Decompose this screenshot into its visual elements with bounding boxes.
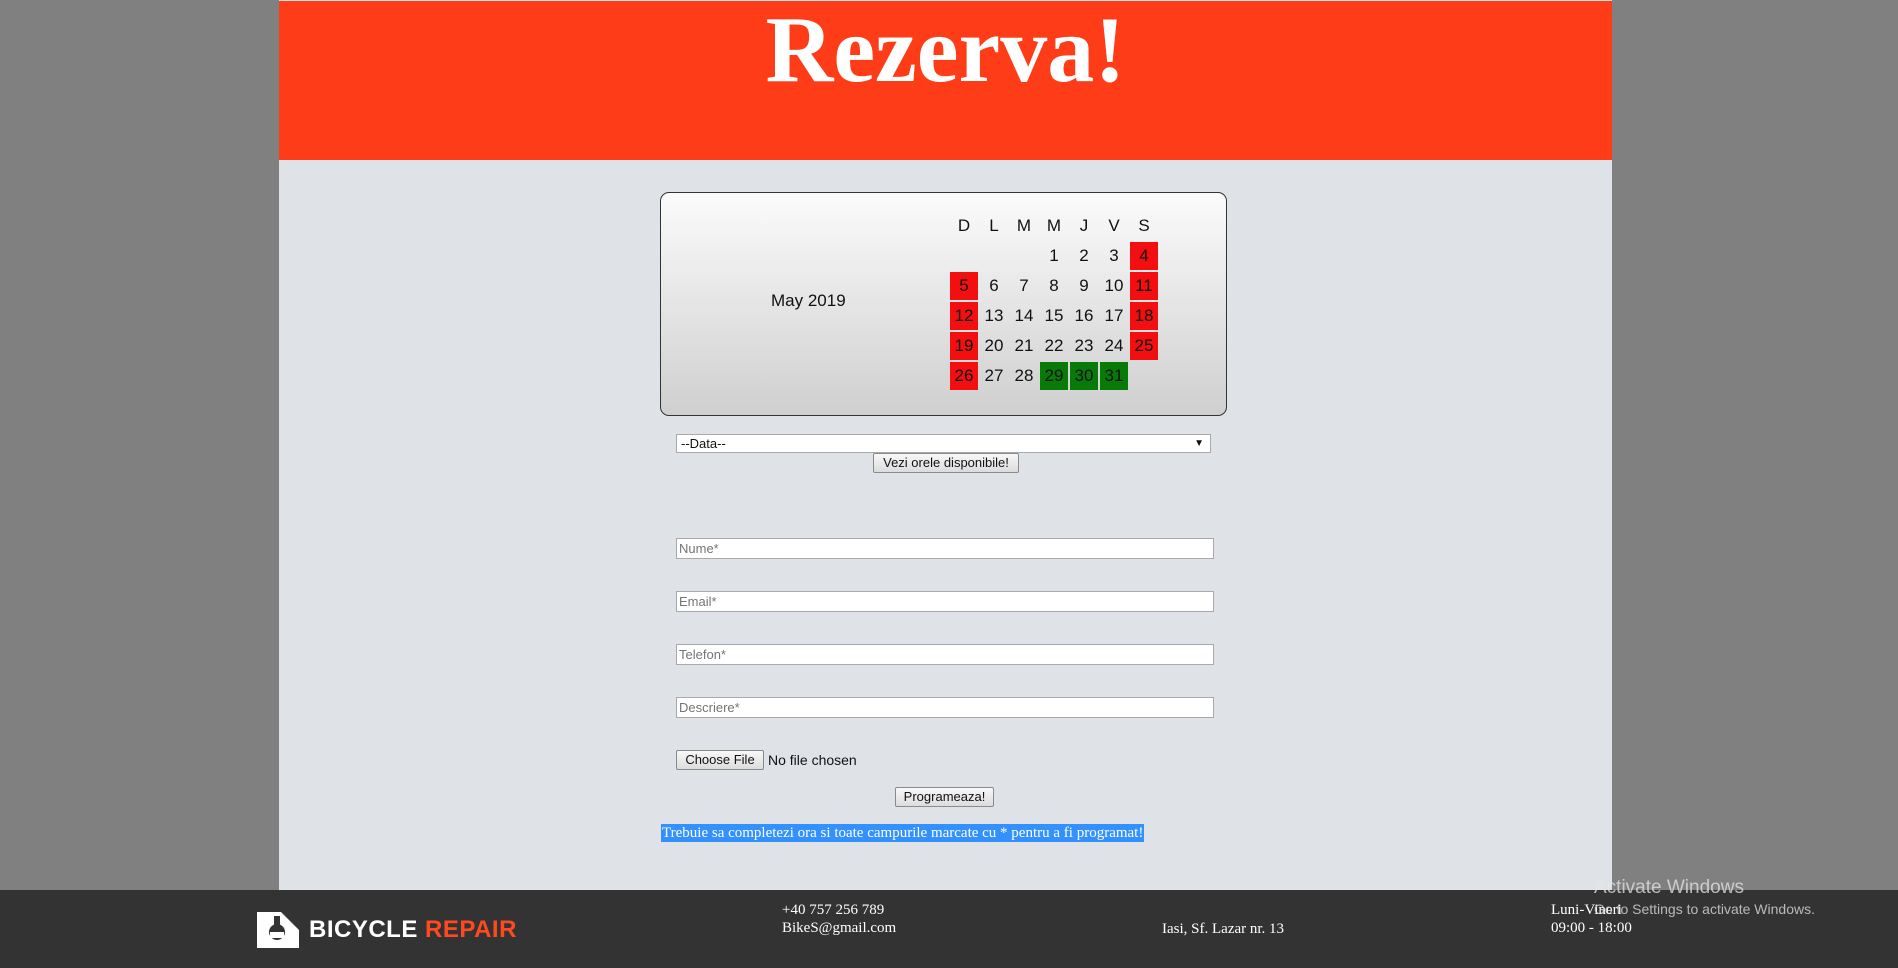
phone-field[interactable]: [676, 644, 1214, 665]
calendar-day[interactable]: 4: [1130, 242, 1158, 270]
watermark-title: Activate Windows: [1594, 877, 1744, 898]
calendar-day[interactable]: 7: [1010, 272, 1038, 300]
required-notice: Trebuie sa completezi ora si toate campu…: [661, 824, 1145, 842]
submit-button[interactable]: Programeaza!: [895, 787, 994, 807]
calendar-day[interactable]: 8: [1040, 272, 1068, 300]
calendar-month-label: May 2019: [771, 291, 846, 310]
calendar-day[interactable]: 21: [1010, 332, 1038, 360]
view-hours-button[interactable]: Vezi orele disponibile!: [873, 453, 1019, 473]
calendar-day[interactable]: 22: [1040, 332, 1068, 360]
calendar-day[interactable]: 6: [980, 272, 1008, 300]
footer-email: BikeS@gmail.com: [782, 920, 897, 936]
calendar-empty-cell: [1010, 242, 1038, 270]
calendar-day[interactable]: 18: [1130, 302, 1158, 330]
calendar: May 2019 D L M M J V S 1 2 3 4 5 6 7 8 9 10 11 12 13 14 15 16 1…: [660, 192, 1227, 416]
calendar-day[interactable]: 2: [1070, 242, 1098, 270]
footer-phone: +40 757 256 789: [782, 902, 885, 918]
calendar-weekday-header: V: [1108, 216, 1120, 235]
name-field[interactable]: [676, 538, 1214, 559]
calendar-empty-cell: [950, 242, 978, 270]
calendar-day[interactable]: 19: [950, 332, 978, 360]
calendar-day[interactable]: 27: [980, 362, 1008, 390]
calendar-weekday-header: J: [1079, 216, 1089, 235]
calendar-weekday-header: S: [1138, 216, 1150, 235]
logo-text: BICYCLE REPAIR: [309, 916, 517, 943]
calendar-day[interactable]: 26: [950, 362, 978, 390]
calendar-day[interactable]: 9: [1070, 272, 1098, 300]
calendar-day[interactable]: 20: [980, 332, 1008, 360]
page-header: Rezerva!: [279, 0, 1612, 160]
calendar-day[interactable]: 28: [1010, 362, 1038, 390]
footer-address: Iasi, Sf. Lazar nr. 13: [1162, 921, 1285, 937]
calendar-day[interactable]: 11: [1130, 272, 1158, 300]
bicycle-wrench-logo-icon: [257, 912, 299, 948]
page-title: Rezerva!: [765, 0, 1126, 102]
calendar-day[interactable]: 17: [1100, 302, 1128, 330]
calendar-day[interactable]: 15: [1040, 302, 1068, 330]
calendar-day[interactable]: 31: [1100, 362, 1128, 390]
calendar-day[interactable]: 10: [1100, 272, 1128, 300]
calendar-day[interactable]: 12: [950, 302, 978, 330]
calendar-day[interactable]: 23: [1070, 332, 1098, 360]
calendar-day[interactable]: 24: [1100, 332, 1128, 360]
calendar-day[interactable]: 16: [1070, 302, 1098, 330]
calendar-weekday-header: D: [957, 216, 971, 235]
date-select-value: --Data--: [681, 436, 726, 451]
calendar-day[interactable]: 14: [1010, 302, 1038, 330]
main-page: Rezerva! May 2019 D L M M J V S 1 2 3 4 5 6 7 8 9 10 11 12…: [279, 0, 1612, 890]
calendar-day[interactable]: 25: [1130, 332, 1158, 360]
date-select[interactable]: --Data-- ▼: [676, 434, 1211, 453]
dropdown-arrow-icon: ▼: [1194, 438, 1204, 449]
watermark-subtitle: Go to Settings to activate Windows.: [1594, 901, 1815, 917]
calendar-empty-cell: [980, 242, 1008, 270]
calendar-day[interactable]: 13: [980, 302, 1008, 330]
footer-logo[interactable]: BICYCLE REPAIR: [255, 910, 517, 950]
choose-file-button[interactable]: Choose File: [676, 750, 764, 770]
footer-hours-time: 09:00 - 18:00: [1551, 920, 1632, 936]
calendar-grid: D L M M J V S 1 2 3 4 5 6 7 8 9 10 11 12 13 14 15 16 17 18 19 20 21…: [950, 212, 1158, 390]
calendar-weekday-header: M: [1046, 216, 1062, 235]
calendar-day[interactable]: 29: [1040, 362, 1068, 390]
file-status: No file chosen: [768, 752, 857, 768]
calendar-weekday-header: M: [1016, 216, 1032, 235]
calendar-day[interactable]: 30: [1070, 362, 1098, 390]
footer-contact: +40 757 256 789 BikeS@gmail.com: [782, 901, 896, 937]
email-field[interactable]: [676, 591, 1214, 612]
activate-windows-watermark: Activate Windows Go to Settings to activ…: [1594, 876, 1815, 918]
calendar-day[interactable]: 5: [950, 272, 978, 300]
calendar-weekday-header: L: [989, 216, 999, 235]
calendar-day[interactable]: 3: [1100, 242, 1128, 270]
calendar-day[interactable]: 1: [1040, 242, 1068, 270]
description-field[interactable]: [676, 697, 1214, 718]
